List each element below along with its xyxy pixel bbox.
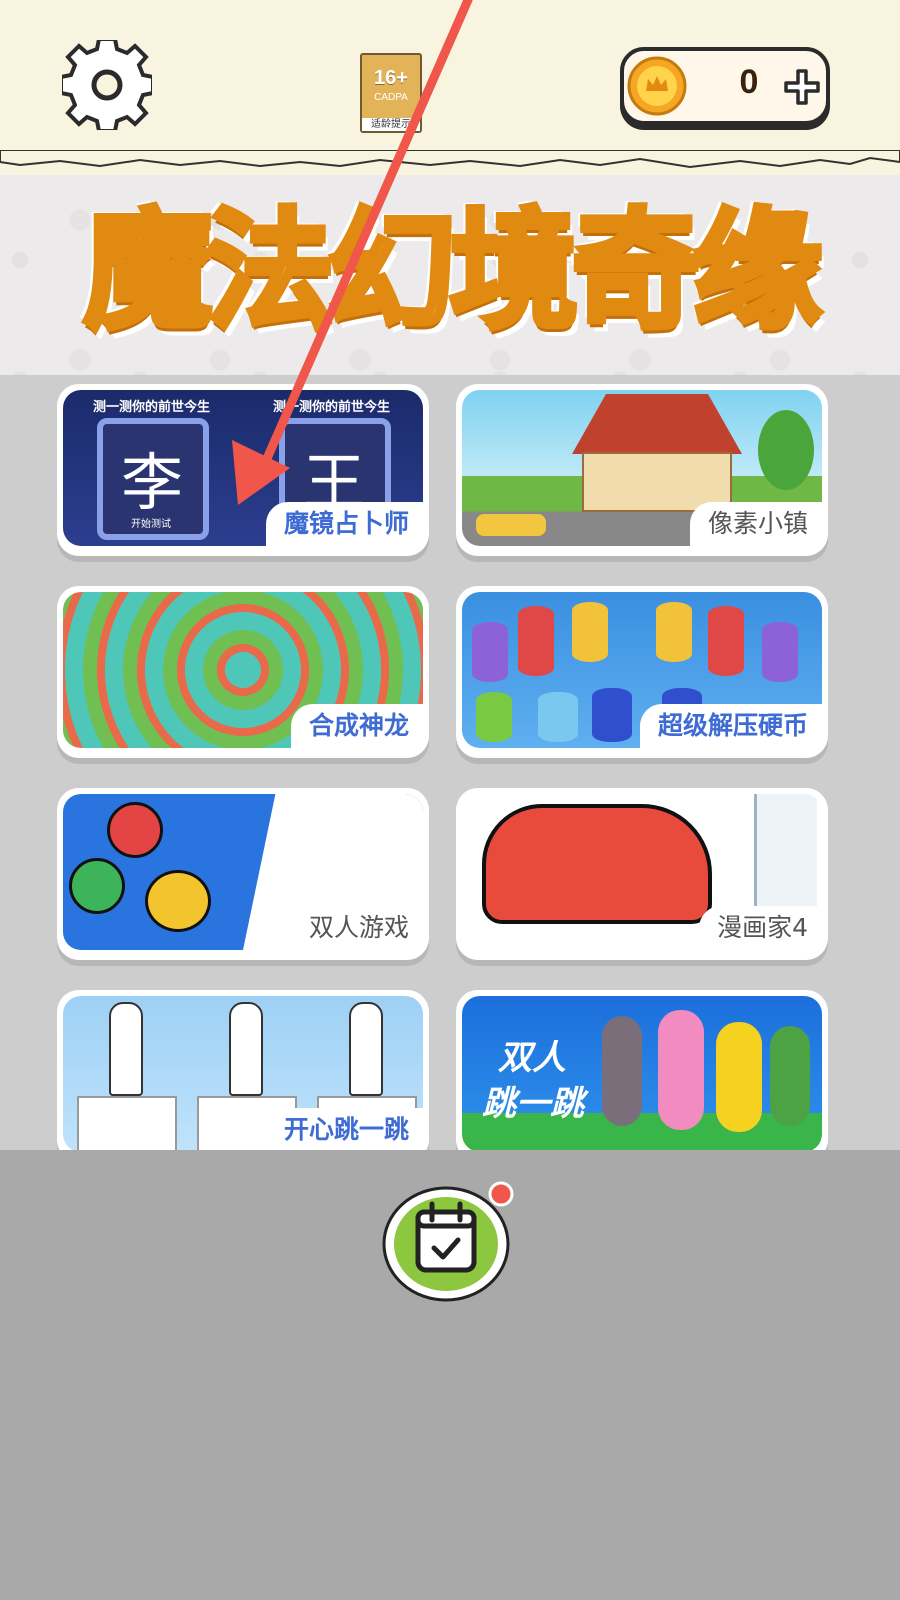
age-rating-main: 16+ [374, 67, 408, 89]
game-card-label: 像素小镇 [689, 502, 822, 546]
art-char-1: 李 [121, 446, 184, 519]
bunny-character [770, 1026, 810, 1126]
coin-stack [472, 622, 508, 682]
game-card-comic-artist[interactable]: 漫画家4 [456, 788, 828, 960]
game-card-label: 开心跳一跳 [265, 1108, 423, 1150]
game-card-happy-jump[interactable]: 开心跳一跳 [57, 990, 429, 1150]
coin-stack [538, 692, 578, 742]
game-card-label: 魔镜占卜师 [265, 502, 423, 546]
car [476, 514, 546, 536]
coin-stack [572, 602, 608, 662]
game-card-merge-dragon[interactable]: 合成神龙 [57, 586, 429, 758]
character [349, 1002, 383, 1096]
settings-button[interactable] [59, 37, 155, 133]
sumo-icon [145, 870, 211, 932]
bunny-character [716, 1022, 762, 1132]
game-grid: 测一测你的前世今生 测一测你的前世今生 李 开始测试 王 魔镜占卜师 像素小镇 … [0, 375, 900, 1150]
character [229, 1002, 263, 1096]
game-title-banner: 魔法幻境奇缘 [30, 192, 870, 362]
game-card-pixel-town[interactable]: 像素小镇 [456, 384, 828, 556]
game-card-art: 双人 跳一跳 [462, 996, 822, 1150]
art-top-text-1: 测一测你的前世今生 [93, 400, 211, 415]
art-title-line-2: 跳一跳 [482, 1084, 584, 1124]
coin-stack [762, 622, 798, 682]
game-card-two-player[interactable]: 双人游戏 [57, 788, 429, 960]
game-card-label: 超级解压硬币 [639, 704, 822, 748]
age-rating-org: CADPA [374, 92, 408, 103]
coin-stack [656, 602, 692, 662]
game-card-label: 双人游戏 [290, 906, 423, 950]
car-drawing [482, 804, 712, 924]
game-card-double-jump[interactable]: 双人 跳一跳 [456, 990, 828, 1150]
character [109, 1002, 143, 1096]
notification-dot [488, 1181, 514, 1207]
bunny-character [658, 1010, 704, 1130]
platform [77, 1096, 177, 1150]
art-top-text-2: 测一测你的前世今生 [273, 400, 391, 415]
game-card-coin-stack[interactable]: 超级解压硬币 [456, 586, 828, 758]
coin-stack [708, 606, 744, 676]
coin-stack [592, 688, 632, 742]
coin-stack [476, 692, 512, 742]
mirror-frame-left: 李 开始测试 [97, 418, 209, 540]
daily-checkin-button[interactable] [380, 1180, 516, 1304]
art-caption: 开始测试 [131, 519, 171, 530]
art-title-line-1: 双人 [498, 1038, 566, 1078]
plus-icon[interactable] [782, 67, 822, 107]
game-card-magic-mirror[interactable]: 测一测你的前世今生 测一测你的前世今生 李 开始测试 王 魔镜占卜师 [57, 384, 429, 556]
target-icon [107, 802, 163, 858]
calendar-check-icon [382, 1181, 514, 1302]
paddle-icon [69, 858, 125, 914]
game-title: 魔法幻境奇缘 [81, 194, 825, 349]
coin-count: 0 [739, 63, 759, 101]
gear-icon [59, 37, 155, 133]
age-rating-badge: 16+ CADPA 适龄提示 [360, 53, 422, 133]
coin-icon [627, 56, 687, 116]
age-rating-caption: 适龄提示 [362, 118, 420, 131]
tree [758, 410, 814, 490]
top-bar-torn-edge [0, 150, 900, 169]
coin-balance: 0 [620, 47, 830, 125]
coin-stack [518, 606, 554, 676]
game-card-label: 漫画家4 [699, 906, 822, 950]
bunny-character [602, 1016, 642, 1126]
game-card-label: 合成神龙 [290, 704, 423, 748]
house-roof [572, 394, 742, 454]
